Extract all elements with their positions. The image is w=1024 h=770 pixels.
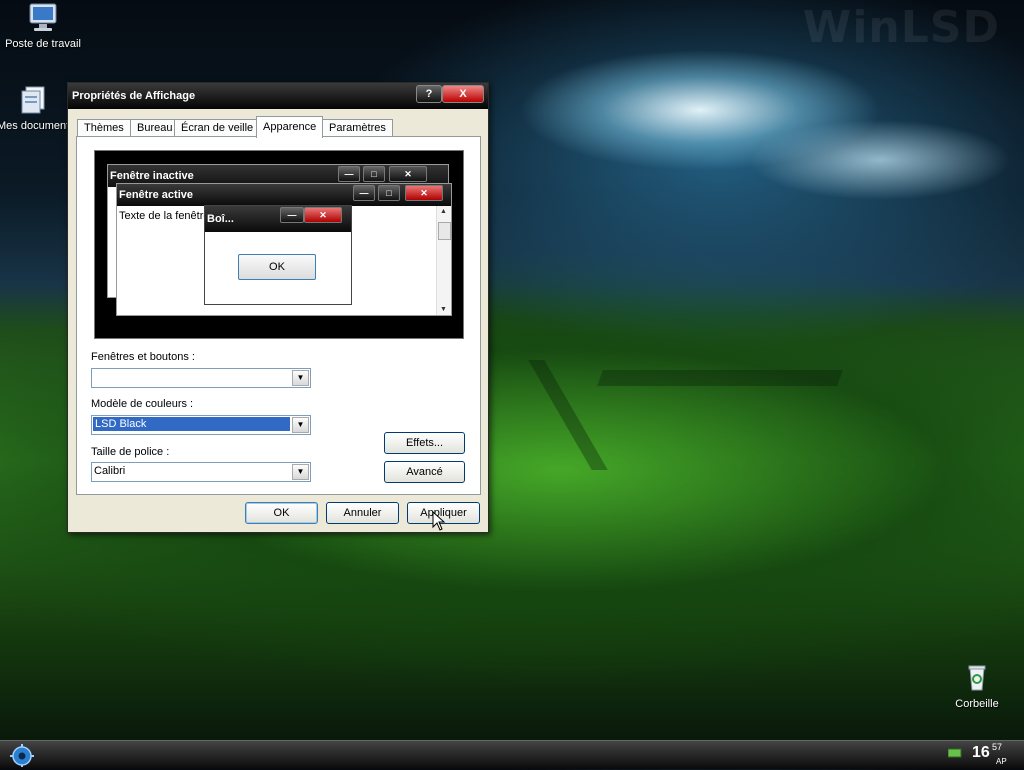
windows-buttons-label: Fenêtres et boutons : xyxy=(91,351,195,363)
computer-icon xyxy=(27,2,59,34)
desktop-icon-label: Mes documents xyxy=(0,120,69,132)
scroll-down-icon: ▼ xyxy=(440,306,447,313)
clock-ampm: AP xyxy=(996,757,1007,766)
font-size-label: Taille de police : xyxy=(91,446,170,458)
close-icon: ✕ xyxy=(405,185,443,201)
close-icon: ✕ xyxy=(304,207,342,223)
documents-icon xyxy=(17,84,49,116)
minimize-icon: — xyxy=(353,185,375,201)
appearance-preview: Fenêtre inactive — □ ✕ Fenêtre active — … xyxy=(94,150,464,339)
help-button[interactable]: ? xyxy=(416,85,442,103)
ok-button[interactable]: OK xyxy=(245,502,318,524)
network-icon[interactable] xyxy=(947,748,962,758)
advanced-button[interactable]: Avancé xyxy=(384,461,465,483)
preview-inactive-title: Fenêtre inactive xyxy=(110,170,194,182)
watermark-logo: WinLSD xyxy=(802,2,1000,53)
close-icon: X xyxy=(459,88,467,100)
wallpaper-window-shape xyxy=(528,360,608,470)
dialog-title: Propriétés de Affichage xyxy=(72,90,196,102)
scroll-thumb xyxy=(438,222,451,240)
desktop-icon-my-documents[interactable]: Mes documents xyxy=(0,84,69,132)
recycle-bin-icon xyxy=(961,662,993,694)
tab-appearance[interactable]: Apparence xyxy=(256,116,324,138)
display-properties-dialog: Propriétés de Affichage ? X Thèmes Burea… xyxy=(67,82,489,533)
color-scheme-value: LSD Black xyxy=(93,417,290,431)
minimize-icon: — xyxy=(280,207,304,223)
start-gear-icon xyxy=(10,744,34,767)
color-scheme-select[interactable]: LSD Black ▼ xyxy=(91,415,311,435)
desktop-icon-label: Poste de travail xyxy=(5,38,81,50)
close-button[interactable]: X xyxy=(442,85,484,103)
preview-window-text: Texte de la fenêtre xyxy=(119,210,210,222)
preview-active-titlebar: Fenêtre active — □ ✕ xyxy=(117,184,451,206)
dialog-titlebar[interactable]: Propriétés de Affichage ? X xyxy=(68,83,488,109)
font-size-value: Calibri xyxy=(94,465,126,477)
clock-minute: 57 xyxy=(992,742,1003,752)
close-icon: ✕ xyxy=(389,166,427,182)
preview-msgbox-title: Boî... xyxy=(207,213,234,225)
system-clock[interactable]: 16 57 AP xyxy=(972,742,1007,766)
windows-buttons-select[interactable]: ▼ xyxy=(91,368,311,388)
tab-desktop[interactable]: Bureau xyxy=(130,119,180,137)
cancel-button[interactable]: Annuler xyxy=(326,502,399,524)
chevron-down-icon[interactable]: ▼ xyxy=(292,464,309,480)
font-size-select[interactable]: Calibri ▼ xyxy=(91,462,311,482)
clock-hour: 16 xyxy=(972,744,990,761)
appearance-panel: Fenêtre inactive — □ ✕ Fenêtre active — … xyxy=(76,136,481,495)
maximize-icon: □ xyxy=(378,185,400,201)
desktop-icon-my-computer[interactable]: Poste de travail xyxy=(0,2,86,50)
desktop-icon-recycle-bin[interactable]: Corbeille xyxy=(934,662,1020,710)
preview-active-title: Fenêtre active xyxy=(119,189,193,201)
preview-ok-button: OK xyxy=(238,254,316,280)
tab-screensaver[interactable]: Écran de veille xyxy=(174,119,261,137)
maximize-icon: □ xyxy=(363,166,385,182)
chevron-down-icon[interactable]: ▼ xyxy=(292,370,309,386)
preview-scrollbar: ▲ ▼ xyxy=(436,206,451,315)
minimize-icon: — xyxy=(338,166,360,182)
desktop-icon-label: Corbeille xyxy=(955,698,999,710)
scroll-up-icon: ▲ xyxy=(440,208,447,215)
tab-settings[interactable]: Paramètres xyxy=(322,119,393,137)
start-button[interactable] xyxy=(8,743,38,767)
chevron-down-icon[interactable]: ▼ xyxy=(292,417,309,433)
color-scheme-label: Modèle de couleurs : xyxy=(91,398,194,410)
preview-message-box: Boî... — ✕ OK xyxy=(204,205,352,305)
taskbar: 16 57 AP xyxy=(0,740,1024,769)
preview-msgbox-titlebar: Boî... — ✕ xyxy=(205,206,351,232)
effects-button[interactable]: Effets... xyxy=(384,432,465,454)
tab-themes[interactable]: Thèmes xyxy=(77,119,131,137)
wallpaper-window-shape xyxy=(597,370,843,386)
